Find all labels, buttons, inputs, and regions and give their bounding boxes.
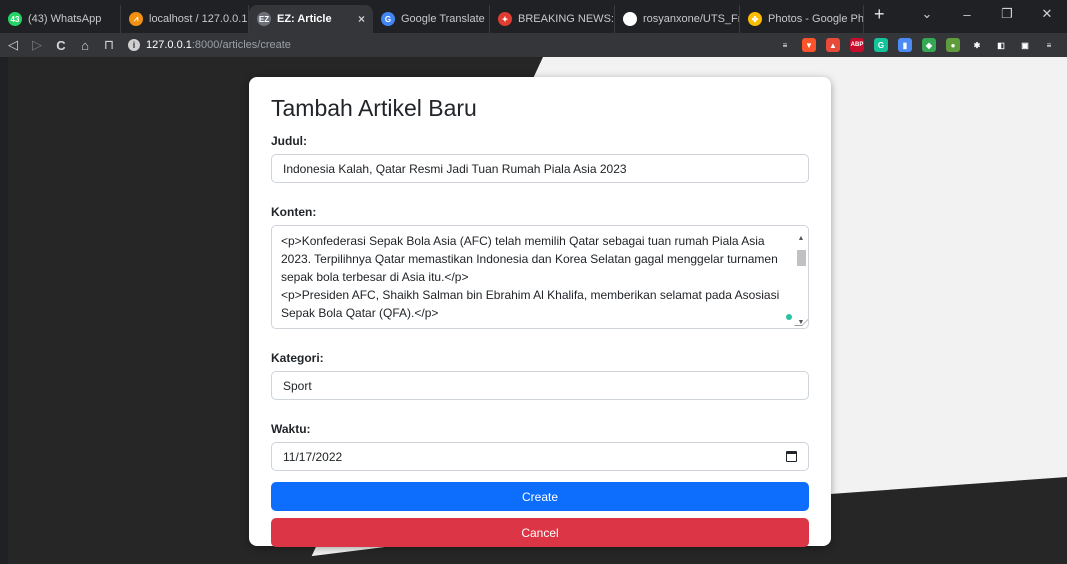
tab-title: localhost / 127.0.0.1 / [149, 13, 249, 25]
cancel-button[interactable]: Cancel [271, 518, 809, 547]
brave-shield-icon[interactable]: ▼ [802, 38, 816, 52]
reader-mode-icon[interactable]: ≡ [778, 38, 792, 52]
tab-whatsapp[interactable]: 43 (43) WhatsApp [0, 5, 121, 33]
tab-title: (43) WhatsApp [28, 13, 102, 25]
google-photos-icon: ✤ [748, 12, 762, 26]
extensions-bar: ≡ ▼ ▲ ABP G ▮ ◆ ● ✱ ◧ ▣ ≡ [773, 38, 1067, 52]
reload-button[interactable]: C [50, 38, 72, 53]
sidebar-icon[interactable]: ◧ [994, 38, 1008, 52]
url-host: 127.0.0.1 [146, 39, 192, 51]
judul-input[interactable]: Indonesia Kalah, Qatar Resmi Jadi Tuan R… [271, 154, 809, 183]
waktu-value: 11/17/2022 [283, 449, 343, 464]
puzzle-extensions-icon[interactable]: ✱ [970, 38, 984, 52]
minimize-button[interactable]: – [947, 7, 987, 22]
textarea-scrollbar[interactable]: ▲ ▼ [796, 230, 806, 326]
phpmyadmin-icon: ⩘ [129, 12, 143, 26]
article-form-card: Tambah Artikel Baru Judul: Indonesia Kal… [249, 77, 831, 547]
judul-label: Judul: [271, 134, 307, 148]
google-translate-icon: G [381, 12, 395, 26]
forward-button[interactable]: ▷ [26, 37, 48, 53]
wallet-icon[interactable]: ▣ [1018, 38, 1032, 52]
whatsapp-icon: 43 [8, 12, 22, 26]
ez-icon: EZ [257, 12, 271, 26]
brave-rewards-icon[interactable]: ▲ [826, 38, 840, 52]
menu-icon[interactable]: ≡ [1042, 38, 1056, 52]
news-icon: ✦ [498, 12, 512, 26]
docs-icon[interactable]: ▮ [898, 38, 912, 52]
tab-title: BREAKING NEWS: Indo [518, 13, 614, 25]
konten-label: Konten: [271, 205, 317, 219]
waktu-date-input[interactable]: 11/17/2022 [271, 442, 809, 471]
tab-title: Google Translate [401, 13, 485, 25]
grammarly-icon[interactable]: G [874, 38, 888, 52]
github-icon [623, 12, 637, 26]
page-viewport: Tambah Artikel Baru Judul: Indonesia Kal… [8, 57, 1067, 564]
address-bar[interactable]: i 127.0.0.1 :8000/articles/create [128, 36, 688, 54]
calendar-icon[interactable] [786, 451, 797, 462]
tab-breaking-news[interactable]: ✦ BREAKING NEWS: Indo [490, 5, 615, 33]
adblock-plus-icon[interactable]: ABP [850, 38, 864, 52]
konten-text: <p>Konfederasi Sepak Bola Asia (AFC) tel… [281, 234, 780, 320]
green-circle-extension-icon[interactable]: ● [946, 38, 960, 52]
tab-search-button[interactable]: ⌄ [907, 6, 947, 22]
kategori-input[interactable]: Sport [271, 371, 809, 400]
tab-strip: 43 (43) WhatsApp ⩘ localhost / 127.0.0.1… [0, 0, 1067, 33]
bookmark-button[interactable]: ⊓ [98, 37, 120, 53]
tab-github[interactable]: rosyanxone/UTS_Fram [615, 5, 740, 33]
kategori-label: Kategori: [271, 351, 324, 365]
colorful-extension-icon[interactable]: ◆ [922, 38, 936, 52]
tab-google-photos[interactable]: ✤ Photos - Google Photo [740, 5, 864, 33]
home-button[interactable]: ⌂ [74, 38, 96, 53]
url-path: :8000/articles/create [191, 39, 291, 51]
page-title: Tambah Artikel Baru [271, 95, 477, 121]
tab-title: rosyanxone/UTS_Fram [643, 13, 739, 25]
new-tab-button[interactable]: + [864, 4, 895, 29]
waktu-label: Waktu: [271, 422, 311, 436]
scroll-thumb[interactable] [796, 250, 806, 266]
window-controls: ⌄ – ❐ ✕ [907, 0, 1067, 28]
tab-ez-article[interactable]: EZ EZ: Article × [249, 5, 373, 33]
tab-title: EZ: Article [277, 13, 332, 25]
tab-title: Photos - Google Photo [768, 13, 864, 25]
back-button[interactable]: ◁ [2, 37, 24, 53]
scroll-up-icon[interactable]: ▲ [796, 230, 806, 248]
tab-phpmyadmin[interactable]: ⩘ localhost / 127.0.0.1 / [121, 5, 249, 33]
konten-textarea[interactable]: <p>Konfederasi Sepak Bola Asia (AFC) tel… [271, 225, 809, 329]
create-button[interactable]: Create [271, 482, 809, 511]
close-icon[interactable]: × [350, 12, 365, 26]
grammarly-status-icon[interactable] [786, 314, 792, 320]
site-info-icon[interactable]: i [128, 39, 140, 51]
browser-toolbar: ◁ ▷ C ⌂ ⊓ i 127.0.0.1 :8000/articles/cre… [0, 33, 1067, 57]
tab-google-translate[interactable]: G Google Translate [373, 5, 490, 33]
restore-button[interactable]: ❐ [987, 6, 1027, 22]
close-window-button[interactable]: ✕ [1027, 6, 1067, 22]
